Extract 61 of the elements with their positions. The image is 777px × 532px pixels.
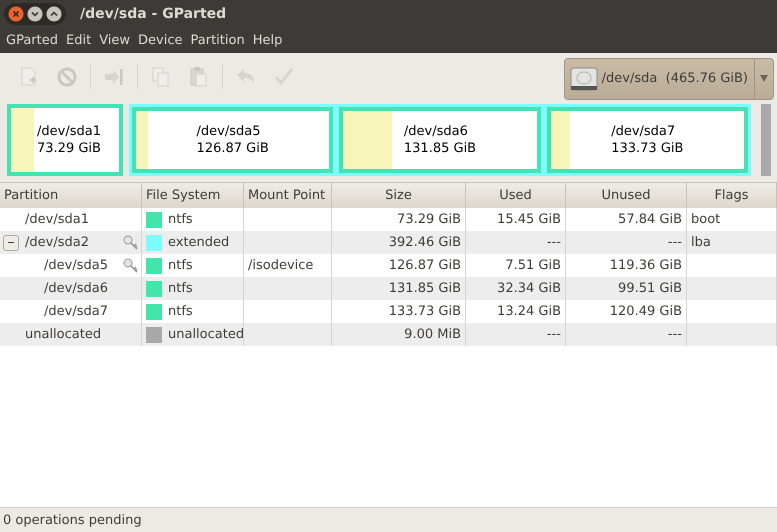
maximize-button[interactable] [46, 6, 62, 22]
menu-item[interactable]: Help [248, 32, 286, 48]
menu-item[interactable]: Device [134, 32, 187, 48]
unallocated-block[interactable] [761, 104, 771, 176]
partition-label: /dev/sda7 [611, 123, 676, 140]
partition-label: /dev/sda6 [404, 123, 469, 140]
window-title: /dev/sda - GParted [80, 6, 226, 22]
collapse-icon[interactable] [3, 234, 19, 250]
partition-block[interactable]: /dev/sda5 126.87 GiB [132, 107, 334, 173]
partition-name: /dev/sda7 [44, 304, 108, 319]
table-cell: --- [668, 327, 682, 342]
table-cell: 7.51 GiB [505, 258, 561, 273]
partition-block[interactable]: /dev/sda1 73.29 GiB [7, 104, 123, 176]
table-cell: --- [668, 235, 682, 250]
status-text: 0 operations pending [3, 512, 142, 528]
extended-partition-frame[interactable]: /dev/sda5 126.87 GiB /dev/sda6 131.85 GiB /dev/sda7 133.73 GiB [129, 104, 751, 176]
filesystem-name: extended [168, 235, 230, 250]
menu-item[interactable]: GParted [2, 32, 62, 48]
partition-name: /dev/sda1 [25, 212, 89, 227]
filesystem-name: unallocated [168, 327, 243, 342]
menu-item[interactable]: Edit [62, 32, 96, 48]
table-cell: 32.34 GiB [497, 281, 561, 296]
table-cell: boot [691, 212, 720, 227]
menu-item[interactable]: View [95, 32, 134, 48]
table-cell: 57.84 GiB [618, 212, 682, 227]
device-dropdown[interactable]: /dev/sda (465.76 GiB) [564, 58, 774, 100]
table-cell: 9.00 MiB [404, 327, 461, 342]
table-cell: 13.24 GiB [497, 304, 561, 319]
table-cell: 131.85 GiB [388, 281, 461, 296]
partition-name: /dev/sda2 [25, 235, 89, 250]
filesystem-name: ntfs [168, 281, 193, 296]
table-cell: 99.51 GiB [618, 281, 682, 296]
partition-size: 131.85 GiB [404, 140, 476, 157]
table-cell: --- [546, 235, 561, 250]
partition-name: /dev/sda6 [44, 281, 108, 296]
partition-size: 133.73 GiB [611, 140, 684, 157]
table-cell: 73.29 GiB [397, 212, 461, 227]
partition-name: /dev/sda5 [44, 258, 108, 273]
partition-label: /dev/sda5 [196, 123, 262, 140]
partition-label: /dev/sda1 [37, 123, 101, 140]
partition-name: unallocated [25, 327, 102, 342]
table-cell: 126.87 GiB [388, 258, 461, 273]
filesystem-name: ntfs [168, 304, 193, 319]
partition-size: 126.87 GiB [196, 140, 269, 157]
partition-size: 73.29 GiB [37, 140, 101, 157]
filesystem-name: ntfs [168, 212, 193, 227]
table-cell: 119.36 GiB [610, 258, 682, 273]
table-cell: 133.73 GiB [388, 304, 461, 319]
table-cell: 392.46 GiB [388, 235, 461, 250]
table-cell: 120.49 GiB [610, 304, 682, 319]
partition-block[interactable]: /dev/sda6 131.85 GiB [339, 107, 541, 173]
dropdown-caret-icon [760, 75, 768, 82]
table-cell: lba [691, 235, 711, 250]
minimize-button[interactable] [27, 6, 43, 22]
partition-block[interactable]: /dev/sda7 133.73 GiB [546, 107, 748, 173]
table-cell: /isodevice [248, 258, 314, 273]
close-button[interactable] [8, 6, 24, 22]
table-cell: --- [546, 327, 561, 342]
filesystem-name: ntfs [168, 258, 193, 273]
table-cell: 15.45 GiB [497, 212, 561, 227]
menu-item[interactable]: Partition [186, 32, 249, 48]
